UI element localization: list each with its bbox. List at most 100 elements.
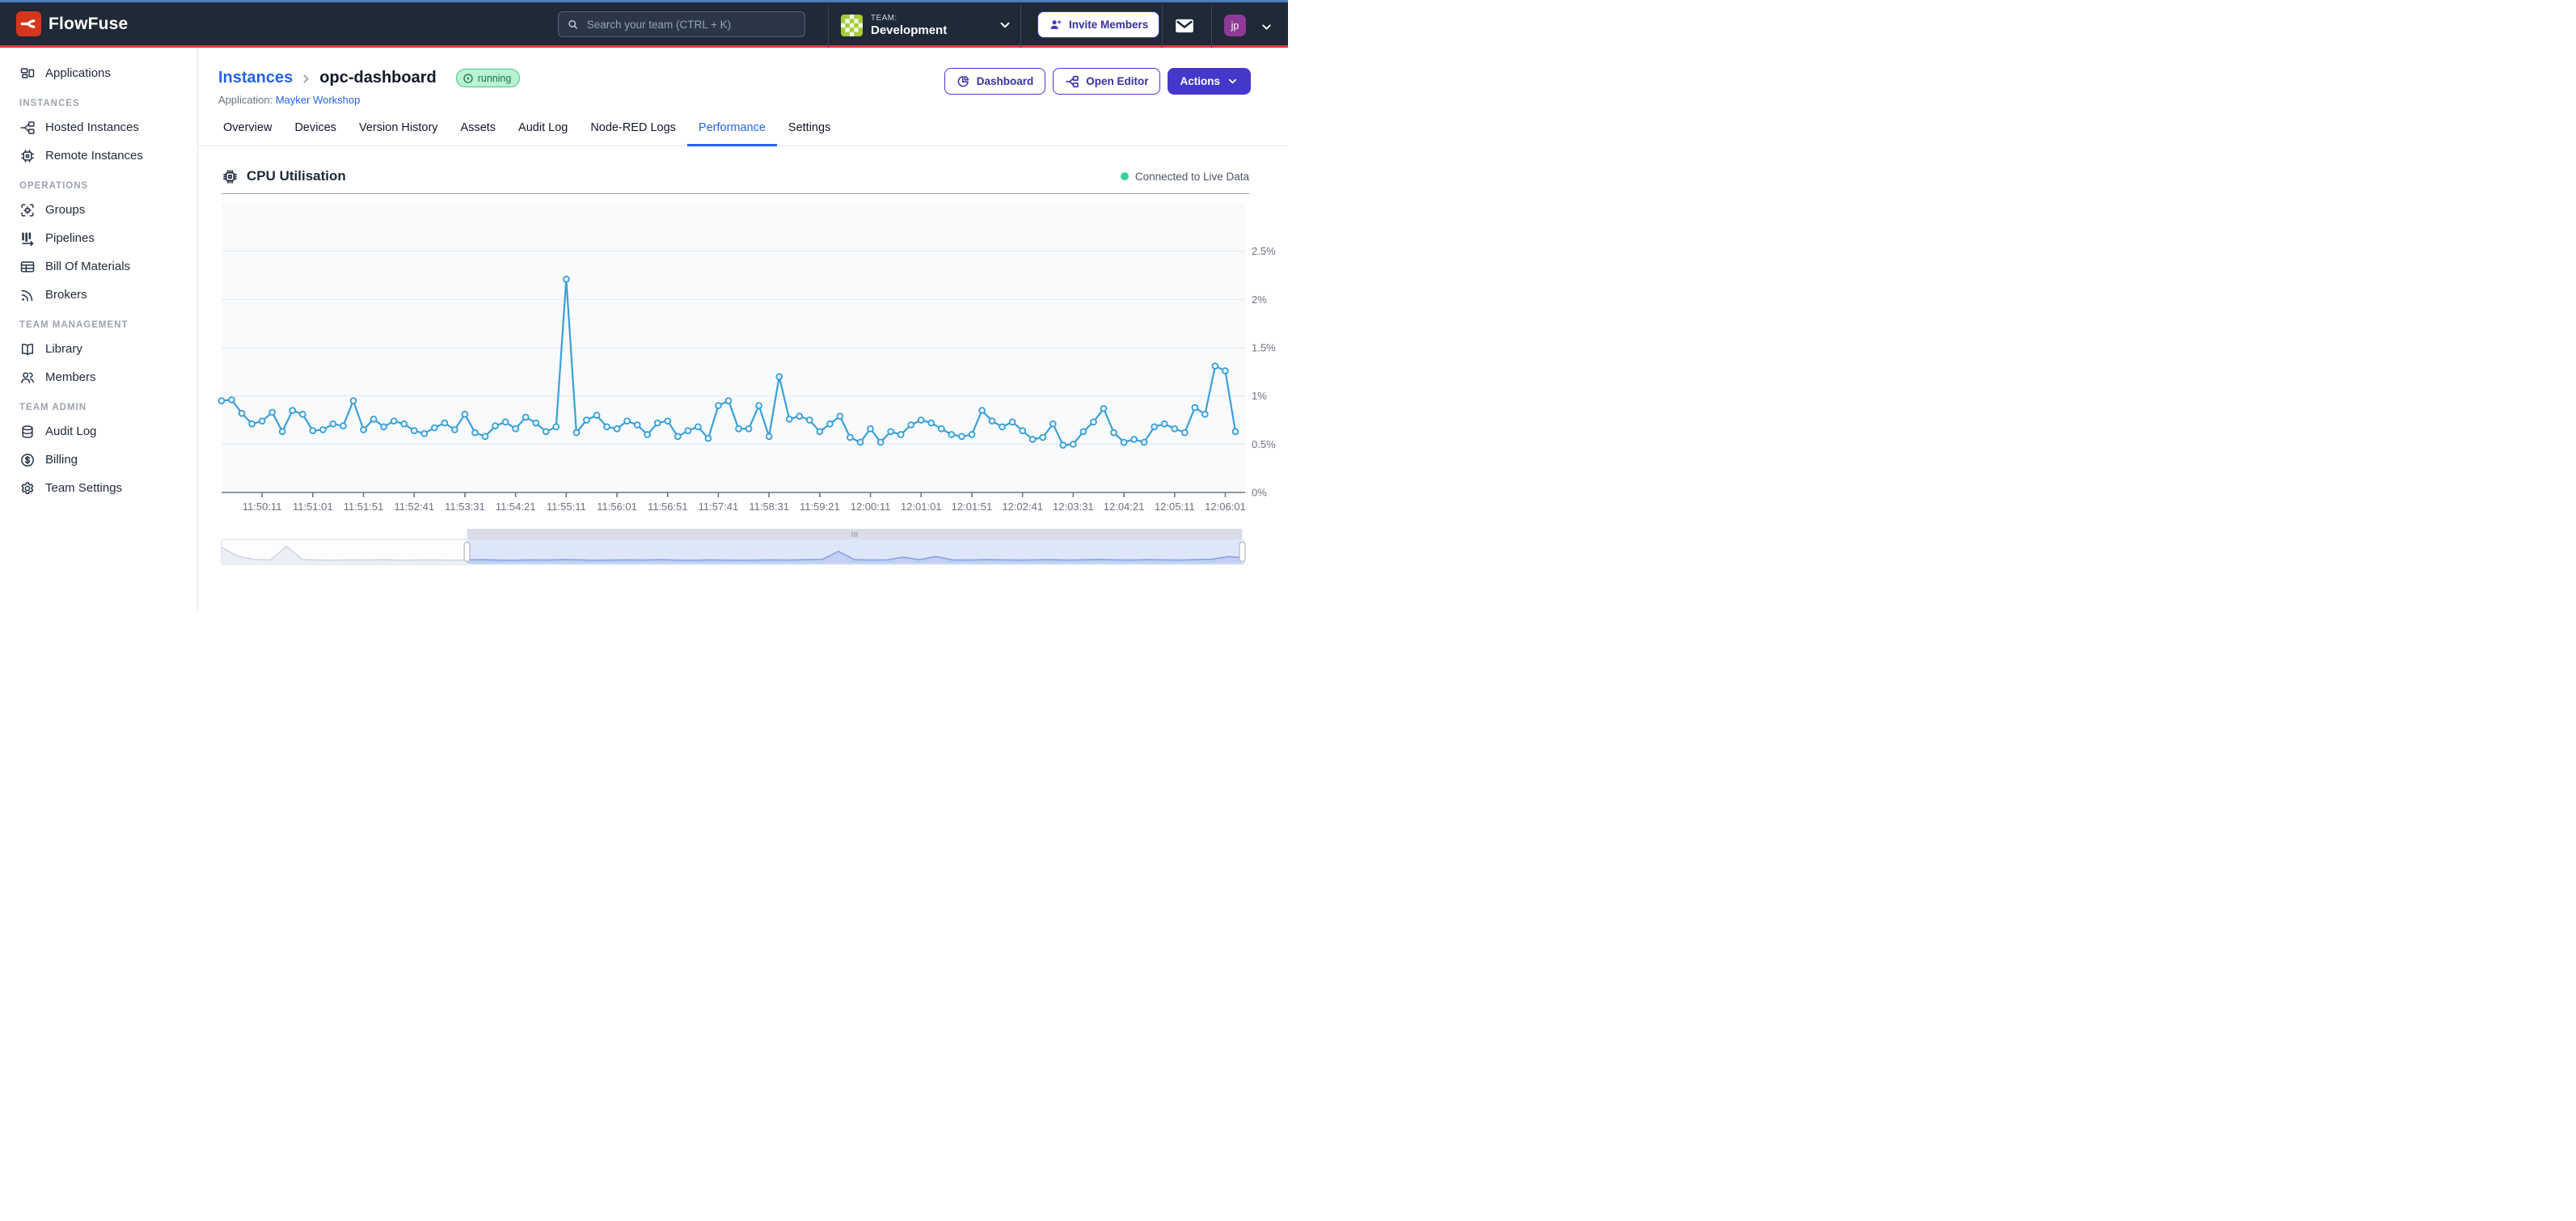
sidebar-item-label: Hosted Instances <box>45 120 139 134</box>
svg-text:1.5%: 1.5% <box>1252 342 1276 354</box>
audit-log-icon <box>19 424 36 440</box>
svg-text:11:51:01: 11:51:01 <box>293 501 333 513</box>
members-icon <box>19 370 36 386</box>
play-circle-icon <box>462 73 474 84</box>
groups-icon <box>19 202 36 218</box>
team-search[interactable] <box>558 11 805 37</box>
tab-devices[interactable]: Devices <box>283 121 348 146</box>
svg-text:11:59:21: 11:59:21 <box>800 501 840 513</box>
instance-tabs: OverviewDevicesVersion HistoryAssetsAudi… <box>198 121 1288 146</box>
navbar-divider <box>828 5 829 48</box>
navbar-divider <box>1211 5 1212 48</box>
pipelines-icon <box>19 230 36 247</box>
user-menu-chevron-down-icon[interactable] <box>1260 20 1273 34</box>
tab-version-history[interactable]: Version History <box>348 121 450 146</box>
sidebar-item-label: Brokers <box>45 288 87 302</box>
svg-text:12:05:11: 12:05:11 <box>1155 501 1195 513</box>
status-badge-label: running <box>478 73 512 84</box>
page-title: opc-dashboard <box>319 69 436 87</box>
sidebar-item-brokers[interactable]: Brokers <box>0 281 197 309</box>
header-actions: Dashboard Open Editor Actions <box>944 68 1251 95</box>
user-initials: jp <box>1231 20 1239 32</box>
team-name: Development <box>871 23 947 37</box>
svg-text:12:02:41: 12:02:41 <box>1002 501 1043 513</box>
sidebar-item-remote-instances[interactable]: Remote Instances <box>0 142 197 170</box>
main-content: Instances opc-dashboard running Applicat… <box>198 48 1288 610</box>
svg-text:2.5%: 2.5% <box>1252 245 1276 257</box>
sidebar-item-hosted-instances[interactable]: Hosted Instances <box>0 113 197 142</box>
section-divider <box>222 193 1249 194</box>
cpu-utilisation-chart: 0%0.5%1%1.5%2%2.5%11:50:1111:51:0111:51:… <box>198 201 1288 520</box>
application-link[interactable]: Mayker Workshop <box>276 94 361 106</box>
billing-icon <box>19 452 36 468</box>
sidebar-item-groups[interactable]: Groups <box>0 196 197 224</box>
sidebar-item-team-settings[interactable]: Team Settings <box>0 474 197 502</box>
navbar-divider <box>1020 5 1021 48</box>
navigator-handle-left[interactable] <box>464 543 470 562</box>
invite-members-button[interactable]: Invite Members <box>1037 11 1159 38</box>
sidebar-item-label: Remote Instances <box>45 149 143 163</box>
sidebar-item-library[interactable]: Library <box>0 335 197 363</box>
application-label: Application: <box>218 94 272 106</box>
sidebar-item-applications[interactable]: Applications <box>0 59 197 87</box>
actions-button[interactable]: Actions <box>1168 68 1251 95</box>
svg-text:11:50:11: 11:50:11 <box>243 501 282 513</box>
sidebar-item-billing[interactable]: Billing <box>0 446 197 474</box>
svg-text:11:58:31: 11:58:31 <box>749 501 789 513</box>
sidebar-item-bill-of-materials[interactable]: Bill Of Materials <box>0 252 197 281</box>
team-avatar <box>841 15 863 36</box>
tab-settings[interactable]: Settings <box>777 121 842 146</box>
breadcrumb-instances-link[interactable]: Instances <box>218 69 293 87</box>
team-settings-icon <box>19 480 36 496</box>
tab-node-red-logs[interactable]: Node-RED Logs <box>579 121 687 146</box>
chevron-down-icon <box>1227 75 1239 87</box>
flowfuse-logo-icon <box>16 11 41 36</box>
tab-overview[interactable]: Overview <box>212 121 283 146</box>
svg-text:12:01:51: 12:01:51 <box>952 501 993 513</box>
svg-text:11:56:01: 11:56:01 <box>597 501 637 513</box>
chart-range-selector[interactable] <box>198 529 1288 568</box>
sidebar-item-label: Pipelines <box>45 231 95 245</box>
open-editor-button[interactable]: Open Editor <box>1053 68 1160 95</box>
dashboard-button-label: Dashboard <box>977 75 1034 87</box>
notifications-mail-icon[interactable] <box>1174 15 1195 36</box>
svg-text:0%: 0% <box>1252 487 1267 499</box>
sidebar-section-header: TEAM ADMIN <box>0 391 197 417</box>
sidebar-item-audit-log[interactable]: Audit Log <box>0 417 197 446</box>
status-badge: running <box>456 69 521 87</box>
application-line: Application: Mayker Workshop <box>218 94 360 106</box>
chevron-down-icon <box>998 18 1012 32</box>
node-red-editor-icon <box>1065 74 1079 89</box>
sidebar-item-members[interactable]: Members <box>0 363 197 391</box>
dashboard-button[interactable]: Dashboard <box>944 68 1046 95</box>
tab-audit-log[interactable]: Audit Log <box>507 121 579 146</box>
navbar-divider <box>1162 5 1163 48</box>
navigator-handle-right[interactable] <box>1239 543 1245 562</box>
flowfuse-brand[interactable]: FlowFuse <box>16 11 128 36</box>
chart-section-header: CPU Utilisation Connected to Live Data <box>222 166 1249 187</box>
svg-text:11:56:51: 11:56:51 <box>648 501 688 513</box>
hosted-instances-icon <box>19 120 36 136</box>
cpu-icon <box>222 168 239 185</box>
svg-text:12:06:01: 12:06:01 <box>1205 501 1246 513</box>
tab-assets[interactable]: Assets <box>450 121 508 146</box>
svg-text:11:53:31: 11:53:31 <box>445 501 485 513</box>
tab-performance[interactable]: Performance <box>687 121 777 146</box>
live-data-status: Connected to Live Data <box>1121 171 1249 183</box>
svg-text:11:54:21: 11:54:21 <box>496 501 536 513</box>
svg-text:11:52:41: 11:52:41 <box>394 501 434 513</box>
library-icon <box>19 341 36 357</box>
svg-text:12:04:21: 12:04:21 <box>1104 501 1145 513</box>
sidebar-item-pipelines[interactable]: Pipelines <box>0 224 197 252</box>
user-avatar[interactable]: jp <box>1224 15 1246 36</box>
actions-button-label: Actions <box>1180 75 1220 87</box>
team-selector[interactable]: TEAM: Development <box>841 11 1012 40</box>
invite-members-label: Invite Members <box>1069 19 1148 31</box>
svg-text:12:00:11: 12:00:11 <box>851 501 891 513</box>
sidebar-section-header: TEAM MANAGEMENT <box>0 309 197 335</box>
remote-instances-icon <box>19 148 36 164</box>
svg-text:11:57:41: 11:57:41 <box>699 501 739 513</box>
brokers-icon <box>19 287 36 303</box>
svg-text:0.5%: 0.5% <box>1252 438 1276 450</box>
search-input[interactable] <box>585 18 796 32</box>
